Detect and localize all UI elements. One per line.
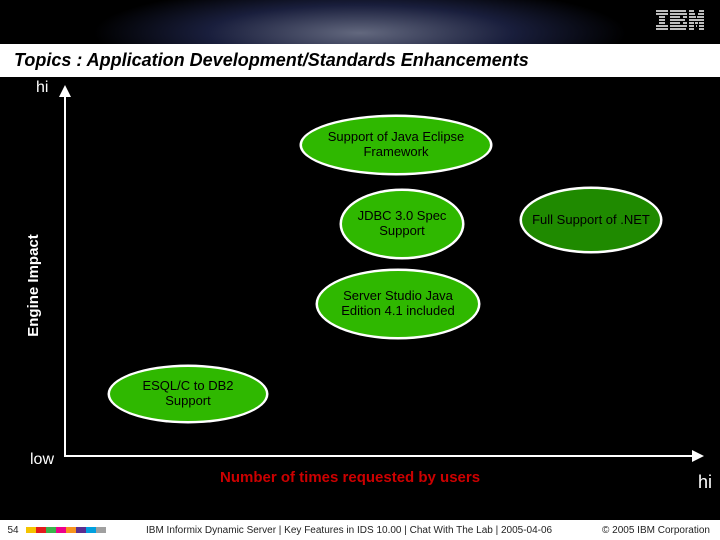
y-axis-line [64, 87, 66, 455]
bubble-dotnet: Full Support of .NET [520, 187, 662, 253]
color-chip [66, 527, 76, 533]
color-chip [96, 527, 106, 533]
bubble-jdbc: JDBC 3.0 Spec Support [340, 189, 464, 259]
bubble-server-studio: Server Studio Java Edition 4.1 included [316, 269, 480, 339]
color-chip [76, 527, 86, 533]
x-axis-hi-label: hi [698, 472, 712, 493]
x-axis-title: Number of times requested by users [220, 469, 480, 486]
footer-copyright: © 2005 IBM Corporation [602, 525, 710, 536]
ibm-logo-icon [656, 10, 704, 30]
page-title: Topics : Application Development/Standar… [14, 50, 706, 71]
arrow-up-icon [59, 85, 71, 97]
color-chip [56, 527, 66, 533]
title-bar: Topics : Application Development/Standar… [0, 44, 720, 77]
color-chip [26, 527, 36, 533]
color-chip [86, 527, 96, 533]
ibm-logo [656, 10, 704, 30]
color-strip [26, 527, 106, 533]
x-axis-line [64, 455, 702, 457]
bubble-esqlc: ESQL/C to DB2 Support [108, 365, 268, 423]
arrow-right-icon [692, 450, 704, 462]
origin-low-label: low [30, 451, 54, 469]
color-chip [46, 527, 56, 533]
footer: 54 IBM Informix Dynamic Server | Key Fea… [0, 520, 720, 540]
color-chip [36, 527, 46, 533]
slide-number: 54 [0, 520, 26, 540]
footer-text: IBM Informix Dynamic Server | Key Featur… [146, 525, 552, 536]
top-banner [0, 0, 720, 44]
y-axis-title: Engine Impact [25, 234, 42, 337]
bubble-java-eclipse: Support of Java Eclipse Framework [300, 115, 492, 175]
y-axis-hi-label: hi [36, 79, 48, 97]
x-axis [64, 455, 702, 457]
chart-area: hi low hi Engine Impact Number of times … [0, 77, 720, 495]
